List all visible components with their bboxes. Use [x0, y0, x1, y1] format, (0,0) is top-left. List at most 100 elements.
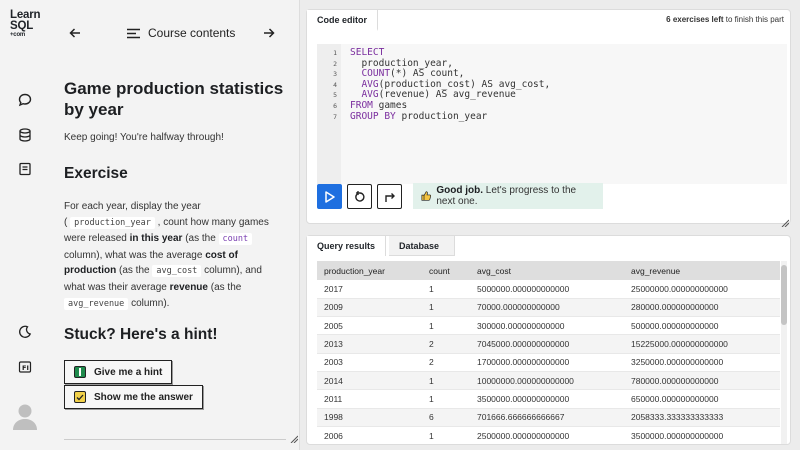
table-row: 2006 1 2500000.000000000000 3500000.0000000…	[317, 426, 780, 444]
chat-icon[interactable]	[17, 92, 33, 108]
table-cell: 1	[422, 298, 470, 318]
table-cell: 1998	[317, 408, 422, 427]
table-cell: 780000.000000000000	[624, 371, 780, 391]
table-cell: 2013	[317, 334, 422, 354]
table-cell: 1700000.000000000000	[470, 353, 624, 372]
table-cell: 500000.000000000000	[624, 316, 780, 336]
table-cell: 2017	[317, 280, 422, 299]
reset-icon	[354, 190, 365, 202]
avatar[interactable]	[12, 402, 38, 430]
results-panel: Query results Database production_year c…	[306, 235, 791, 445]
table-cell: 1	[422, 371, 470, 391]
table-cell: 2058333.333333333333	[624, 408, 780, 427]
table-row: 2017 1 5000000.000000000000 25000000.000000…	[317, 280, 780, 299]
table-cell: 2005	[317, 316, 422, 336]
table-row: 2003 2 1700000.000000000000 3250000.0000000…	[317, 353, 780, 372]
learnsql-logo[interactable]: Learn SQL +com	[10, 9, 41, 39]
table-cell: 70000.000000000000	[470, 298, 624, 318]
table-cell: 3500000.000000000000	[624, 426, 780, 444]
table-row: 1998 6 701666.666666666667 2058333.33333333…	[317, 408, 780, 427]
fi-icon[interactable]: FI	[17, 359, 33, 375]
hint-icon	[74, 366, 86, 378]
notes-icon[interactable]	[17, 161, 33, 177]
progress-message: Keep going! You're halfway through!	[64, 132, 224, 143]
left-rail: Learn SQL +com FI	[0, 0, 50, 450]
table-row: 2013 2 7045000.000000000000 15225000.000000…	[317, 334, 780, 354]
table-row: 2005 1 300000.000000000000 500000.000000000…	[317, 316, 780, 336]
reset-button[interactable]	[347, 184, 372, 209]
course-contents-label: Course contents	[148, 26, 236, 40]
code-line: GROUP BY production_year	[350, 110, 488, 122]
give-hint-label: Give me a hint	[94, 366, 163, 378]
exercises-left-text: 6 exercises left to finish this part	[666, 15, 784, 24]
moon-icon[interactable]	[17, 324, 33, 340]
table-cell: 3500000.000000000000	[470, 389, 624, 409]
divider	[64, 439, 286, 440]
line-number: 2	[333, 59, 337, 68]
column-header: avg_revenue	[624, 261, 780, 280]
resize-handle-icon[interactable]	[290, 430, 299, 444]
code-chip: production_year	[70, 216, 155, 229]
table-cell: 2003	[317, 353, 422, 372]
column-header: production_year	[317, 261, 422, 280]
tab-query-results[interactable]: Query results	[307, 236, 387, 256]
table-cell: 2	[422, 334, 470, 354]
line-number: 7	[333, 112, 337, 121]
feedback-banner: Good job. Let's progress to the next one…	[413, 183, 603, 209]
logo-text-line3: +com	[10, 32, 26, 38]
table-cell: 2009	[317, 298, 422, 318]
table-cell: 2006	[317, 426, 422, 444]
arrow-left-icon[interactable]	[68, 26, 82, 45]
table-cell: 2011	[317, 389, 422, 409]
thumbs-up-icon	[421, 191, 432, 201]
results-table: production_year count avg_cost avg_reven…	[317, 261, 780, 444]
resize-handle-icon[interactable]	[781, 214, 790, 228]
code-line: COUNT(*) AS count,	[350, 68, 465, 80]
next-exercise-button[interactable]	[377, 184, 402, 209]
table-cell: 1	[422, 280, 470, 299]
table-cell: 1	[422, 316, 470, 336]
line-number-gutter: 1 2 3 4 5 6 7	[317, 44, 341, 184]
code-chip: avg_revenue	[64, 297, 129, 310]
code-input[interactable]: 1 2 3 4 5 6 7 SELECT production_year, CO…	[317, 44, 787, 184]
arrow-right-icon[interactable]	[262, 26, 276, 45]
table-cell: 650000.000000000000	[624, 389, 780, 409]
logo-text-line2: SQL	[10, 20, 34, 32]
give-hint-button[interactable]: Give me a hint	[64, 360, 173, 384]
course-contents-button[interactable]: Course contents	[127, 26, 235, 40]
table-cell: 280000.000000000000	[624, 298, 780, 318]
code-chip: count	[218, 233, 253, 246]
tab-database[interactable]: Database	[389, 236, 455, 256]
table-cell: 1	[422, 389, 470, 409]
code-line: production_year,	[350, 57, 453, 69]
code-line: AVG(production_cost) AS avg_cost,	[350, 78, 551, 90]
tab-code-editor[interactable]: Code editor	[307, 10, 379, 31]
table-cell: 10000000.000000000000	[470, 371, 624, 391]
feedback-bold: Good job.	[436, 185, 484, 196]
table-cell: 2500000.000000000000	[470, 426, 624, 444]
line-number: 3	[333, 70, 337, 79]
lesson-panel: Course contents Game production statisti…	[50, 0, 300, 450]
check-icon	[74, 391, 86, 403]
line-number: 4	[333, 80, 337, 89]
table-cell: 5000000.000000000000	[470, 280, 624, 299]
table-cell: 1	[422, 426, 470, 444]
table-cell: 3250000.000000000000	[624, 353, 780, 372]
line-number: 5	[333, 91, 337, 100]
exercise-instructions: For each year, display the year ( produc…	[64, 201, 269, 310]
redo-arrow-icon	[384, 192, 395, 202]
page-title: Game production statistics by year	[64, 79, 284, 119]
run-button[interactable]	[317, 184, 342, 209]
database-icon[interactable]	[17, 127, 33, 143]
table-row: 2014 1 10000000.000000000000 780000.0000000…	[317, 371, 780, 391]
code-line: SELECT	[350, 47, 385, 58]
results-scrollbar[interactable]	[781, 261, 787, 444]
lesson-nav: Course contents	[50, 22, 300, 48]
menu-icon	[127, 28, 140, 38]
scrollbar-thumb[interactable]	[781, 265, 787, 325]
table-cell: 6	[422, 408, 470, 427]
show-answer-button[interactable]: Show me the answer	[64, 385, 203, 409]
table-cell: 701666.666666666667	[470, 408, 624, 427]
column-header: avg_cost	[470, 261, 624, 280]
table-row: 2011 1 3500000.000000000000 650000.00000000…	[317, 389, 780, 409]
